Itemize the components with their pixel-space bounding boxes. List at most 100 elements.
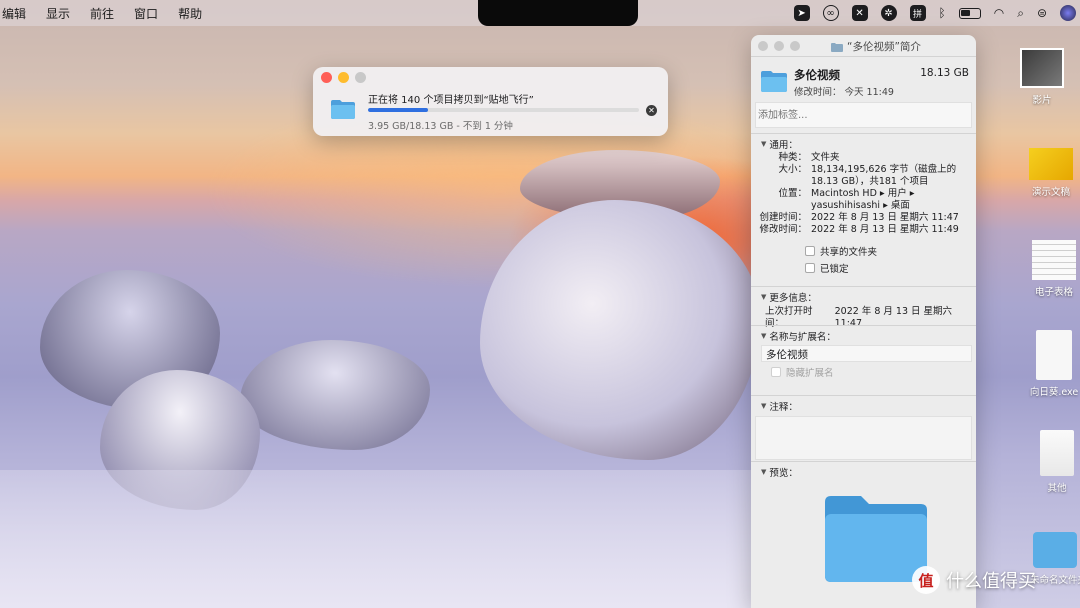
checkbox[interactable] [805, 245, 815, 256]
section-heading: 通用： [769, 139, 798, 151]
spotlight-icon[interactable]: ⌕ [1017, 6, 1024, 21]
get-info-window: “多伦视频”简介 多伦视频 18.13 GB 修改时间： 今天 11:49 ▼ … [751, 35, 976, 608]
desktop-icon-movies[interactable]: 影片 [1017, 48, 1067, 106]
menu-window[interactable]: 窗口 [134, 5, 158, 22]
desktop-icon-presentation[interactable]: 演示文稿 [1022, 148, 1080, 198]
name-field[interactable]: 多伦视频 [761, 345, 972, 362]
minimize-button[interactable] [774, 41, 784, 51]
wallpaper-rock-left [40, 270, 220, 410]
field-label: 创建时间： [759, 212, 807, 223]
desktop-icon-label: 其他 [1047, 483, 1067, 494]
watermark-logo: 值 [912, 566, 940, 594]
folder-icon [1033, 532, 1077, 568]
cancel-copy-button[interactable]: ✕ [646, 105, 657, 116]
desktop-icon-other[interactable]: 其他 [1034, 430, 1080, 494]
checkbox [771, 367, 781, 377]
capture-app-icon[interactable]: ✕ [851, 5, 868, 21]
desktop-icon-untitled-folder[interactable]: 未命名文件夹 [1030, 532, 1080, 586]
preview-section-header[interactable]: ▼ 预览： [751, 462, 976, 479]
siri-icon[interactable] [1060, 5, 1076, 21]
desktop-icon-sunlogin[interactable]: 向日葵.exe [1028, 330, 1080, 398]
comments-field[interactable] [755, 416, 972, 460]
folder-icon [831, 42, 843, 52]
copy-progress-bar [368, 108, 639, 112]
size-row: 大小： 18,134,195,626 字节（磁盘上的 18.13 GB），共181… [751, 164, 976, 188]
folder-icon [760, 69, 788, 97]
item-name: 多伦视频 [794, 68, 840, 82]
chevron-down-icon: ▼ [761, 401, 767, 410]
comments-section-header[interactable]: ▼ 注释： [751, 396, 976, 413]
field-label: 位置： [778, 188, 807, 199]
checkbox-label: 已锁定 [820, 263, 849, 275]
info-titlebar[interactable]: “多伦视频”简介 [751, 35, 976, 57]
general-section-header[interactable]: ▼ 通用： [751, 134, 976, 151]
desktop-icon-label: 电子表格 [1034, 287, 1073, 298]
archive-file-icon [1040, 430, 1074, 476]
more-info-section: ▼ 更多信息： 上次打开时间： 2022 年 8 月 13 日 星期六 11:4… [751, 286, 976, 329]
shared-folder-checkbox[interactable]: 共享的文件夹 [751, 242, 976, 259]
modified-row: 修改时间： 2022 年 8 月 13 日 星期六 11:49 [751, 224, 976, 236]
created-row: 创建时间： 2022 年 8 月 13 日 星期六 11:47 [751, 212, 976, 224]
tags-input[interactable] [755, 102, 972, 128]
field-label: 修改时间： [759, 224, 807, 235]
spreadsheet-file-icon [1032, 240, 1076, 280]
wifi-icon[interactable]: ◠ [994, 6, 1004, 20]
info-title: “多伦视频”简介 [831, 39, 921, 54]
desktop-icon-spreadsheet[interactable]: 电子表格 [1028, 240, 1080, 298]
battery-icon[interactable] [958, 7, 981, 19]
zoom-button[interactable] [790, 41, 800, 51]
kind-row: 种类： 文件夹 [751, 152, 976, 164]
minimize-button[interactable] [338, 72, 349, 83]
folder-icon [330, 98, 356, 124]
hide-extension-checkbox: 隐藏扩展名 [751, 362, 976, 382]
creative-cloud-icon[interactable]: ∞ [822, 5, 839, 21]
menu-edit[interactable]: 编辑 [2, 5, 26, 22]
desktop-icon-label: 向日葵.exe [1029, 387, 1079, 398]
settings-badge-icon[interactable]: ✲ [880, 5, 897, 21]
cursor-app-icon[interactable]: ➤ [793, 5, 810, 21]
copy-progress-dialog: 正在将 140 个项目拷贝到“贴地飞行” 3.95 GB/18.13 GB - … [313, 67, 668, 136]
field-value: 文件夹 [811, 152, 840, 163]
wallpaper-snow [0, 470, 760, 608]
bluetooth-icon[interactable]: ᛒ [939, 6, 946, 20]
control-center-icon[interactable]: ⊜ [1037, 6, 1047, 20]
chevron-down-icon: ▼ [761, 331, 767, 340]
menu-go[interactable]: 前往 [90, 5, 114, 22]
menu-view[interactable]: 显示 [46, 5, 70, 22]
wallpaper-rock-main [480, 200, 760, 460]
field-value: 2022 年 8 月 13 日 星期六 11:49 [811, 224, 959, 235]
section-heading: 注释： [769, 401, 798, 413]
wallpaper-rock-top [520, 150, 720, 220]
location-row: 位置： Macintosh HD ▸ 用户 ▸ yasushihisashi ▸ … [751, 188, 976, 212]
presentation-file-icon [1029, 148, 1073, 180]
copy-status-text: 3.95 GB/18.13 GB - 不到 1 分钟 [368, 121, 513, 132]
desktop-icon-label: 影片 [1032, 95, 1052, 106]
copy-progress-fill [368, 108, 428, 112]
name-extension-section-header[interactable]: ▼ 名称与扩展名： [751, 326, 976, 343]
menu-help[interactable]: 帮助 [178, 5, 202, 22]
chevron-down-icon: ▼ [761, 467, 767, 476]
close-button[interactable] [758, 41, 768, 51]
menu-list: 编辑 显示 前往 窗口 帮助 [0, 5, 202, 22]
comments-section: ▼ 注释： [751, 395, 976, 461]
field-label: 种类： [778, 152, 807, 163]
section-heading: 更多信息： [769, 292, 817, 304]
wallpaper-rock-mid [240, 340, 430, 450]
checkbox-label: 共享的文件夹 [820, 246, 878, 258]
more-info-section-header[interactable]: ▼ 更多信息： [751, 287, 976, 304]
copy-title: 正在将 140 个项目拷贝到“贴地飞行” [368, 95, 534, 106]
desktop-icon-label: 演示文稿 [1031, 187, 1070, 198]
general-section: ▼ 通用： 种类： 文件夹 大小： 18,134,195,626 字节（磁盘上的 1… [751, 133, 976, 286]
checkbox[interactable] [805, 262, 815, 273]
chevron-down-icon: ▼ [761, 139, 767, 148]
locked-checkbox[interactable]: 已锁定 [751, 259, 976, 276]
status-area: ➤ ∞ ✕ ✲ 拼 ᛒ ◠ ⌕ ⊜ [793, 0, 1076, 26]
zoom-button[interactable] [355, 72, 366, 83]
watermark-text: 什么值得买 [946, 571, 1036, 592]
wallpaper-rock-front [100, 370, 260, 510]
chevron-down-icon: ▼ [761, 292, 767, 301]
menu-bar: 编辑 显示 前往 窗口 帮助 ➤ ∞ ✕ ✲ 拼 ᛒ ◠ ⌕ ⊜ [0, 0, 1080, 26]
input-method-icon[interactable]: 拼 [909, 5, 926, 21]
section-heading: 名称与扩展名： [769, 331, 836, 343]
close-button[interactable] [321, 72, 332, 83]
